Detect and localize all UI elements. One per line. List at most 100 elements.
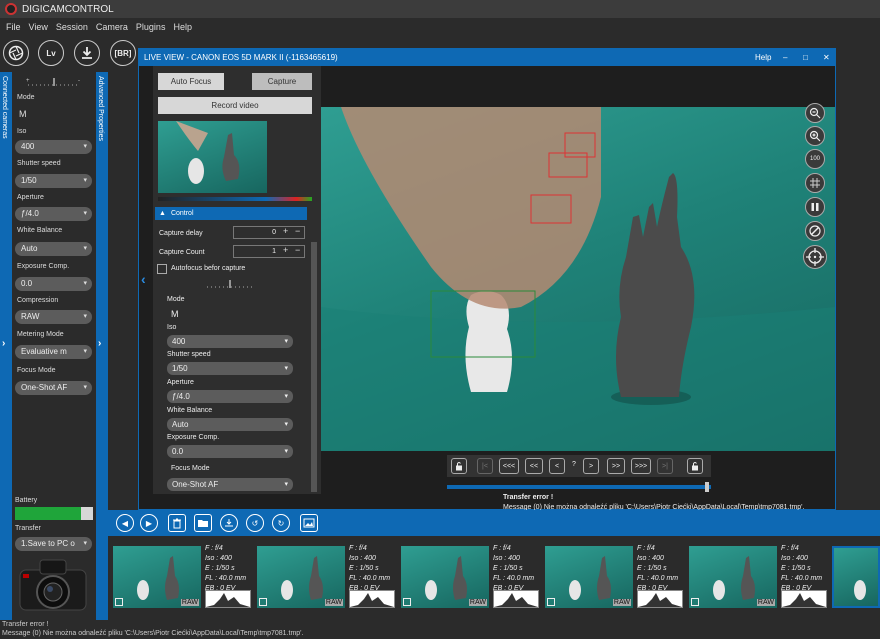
fast-back-button[interactable]: <<<: [499, 458, 519, 474]
thumbnail-image-selected[interactable]: [832, 546, 880, 608]
thumbnail-image[interactable]: RAW: [689, 546, 777, 608]
menu-help[interactable]: Help: [169, 22, 196, 32]
aperture-select[interactable]: ƒ/4.0: [15, 207, 92, 221]
focus-mode-select[interactable]: One-Shot AF: [15, 381, 92, 395]
image-gallery-icon[interactable]: [300, 514, 318, 532]
grid-icon[interactable]: [805, 173, 825, 193]
rotate-right-icon[interactable]: ↻: [272, 514, 290, 532]
menu-camera[interactable]: Camera: [92, 22, 132, 32]
maximize-button[interactable]: □: [803, 49, 808, 66]
panel-scrollbar[interactable]: [311, 242, 317, 492]
select-checkbox[interactable]: [403, 598, 411, 606]
collapse-chevron-icon[interactable]: ‹: [141, 271, 146, 287]
shutter-speed-select[interactable]: 1/50: [15, 174, 92, 188]
capture-button[interactable]: Capture: [252, 73, 312, 90]
select-checkbox[interactable]: [547, 598, 555, 606]
svg-text:+: +: [26, 78, 30, 84]
white-balance-select[interactable]: Auto: [167, 418, 293, 431]
rotate-left-icon[interactable]: ↺: [246, 514, 264, 532]
bottom-toolbar: ◀ ▶ ↺ ↻: [108, 510, 880, 536]
liveview-button[interactable]: Lv: [38, 40, 64, 66]
next-icon[interactable]: ▶: [140, 514, 158, 532]
download-icon[interactable]: [74, 40, 100, 66]
help-link[interactable]: Help: [755, 49, 771, 66]
capture-aperture-icon[interactable]: [3, 40, 29, 66]
focus-mode-select[interactable]: One-Shot AF: [167, 478, 293, 491]
thumbnail-image[interactable]: RAW: [113, 546, 201, 608]
zoom-in-icon[interactable]: [805, 126, 825, 146]
focal-length-info: FL : 40.0 mm: [205, 575, 247, 582]
aperture-select[interactable]: ƒ/4.0: [167, 390, 293, 403]
last-button[interactable]: >|: [657, 458, 673, 474]
mode-value: M: [19, 109, 27, 119]
minimize-button[interactable]: ‒: [783, 49, 787, 66]
focus-slider-thumb[interactable]: [705, 482, 709, 492]
crosshair-icon[interactable]: [803, 245, 827, 269]
metering-mode-select[interactable]: Evaluative m: [15, 345, 92, 359]
decrement-icon[interactable]: −: [295, 226, 300, 236]
battery-label: Battery: [15, 497, 38, 504]
liveview-image[interactable]: [321, 107, 835, 451]
close-button[interactable]: ✕: [823, 49, 830, 66]
lock-left-icon[interactable]: [451, 458, 467, 474]
exposure-info: E : 1/50 s: [781, 565, 811, 572]
auto-focus-button[interactable]: Auto Focus: [158, 73, 224, 90]
delete-icon[interactable]: [168, 514, 186, 532]
collapse-arrow-icon: ▲: [159, 210, 166, 217]
transfer-select[interactable]: 1.Save to PC o: [15, 537, 92, 551]
pause-icon[interactable]: [805, 197, 825, 217]
previous-icon[interactable]: ◀: [116, 514, 134, 532]
autofocus-checkbox[interactable]: [157, 264, 167, 274]
connected-cameras-strip[interactable]: Connected cameras ›: [0, 72, 12, 620]
zoom-100-button[interactable]: 100: [805, 149, 825, 169]
exposure-comp-select[interactable]: 0.0: [15, 277, 92, 291]
record-video-button[interactable]: Record video: [158, 97, 312, 114]
focus-assist-icon[interactable]: [805, 221, 825, 241]
select-checkbox[interactable]: [691, 598, 699, 606]
liveview-window: LIVE VIEW - CANON EOS 5D MARK II (-11634…: [138, 48, 836, 511]
fwd-1-button[interactable]: >: [583, 458, 599, 474]
camera-properties-panel: +- Mode M Iso 400 Shutter speed 1/50 Ape…: [12, 72, 96, 620]
thumbnail-info: F : f/4 Iso : 400 E : 1/50 s FL : 40.0 m…: [205, 544, 246, 594]
compression-select[interactable]: RAW: [15, 310, 92, 324]
transfer-label: Transfer: [15, 525, 41, 532]
menu-view[interactable]: View: [25, 22, 52, 32]
thumbnail-image[interactable]: RAW: [545, 546, 633, 608]
battery-bar: [15, 507, 93, 520]
mode-label: Mode: [17, 94, 35, 101]
first-button[interactable]: |<: [477, 458, 493, 474]
back-2-button[interactable]: <<: [525, 458, 543, 474]
focal-length-info: FL : 40.0 mm: [349, 575, 391, 582]
iso-select[interactable]: 400: [167, 335, 293, 348]
expand-chevron-icon[interactable]: ›: [2, 338, 5, 349]
focus-slider[interactable]: [447, 482, 711, 492]
control-section-header[interactable]: ▲ Control: [155, 207, 307, 220]
menu-file[interactable]: File: [2, 22, 25, 32]
select-checkbox[interactable]: [115, 598, 123, 606]
thumbnail-image[interactable]: RAW: [257, 546, 345, 608]
shutter-speed-select[interactable]: 1/50: [167, 362, 293, 375]
app-logo-icon: [5, 3, 17, 15]
fwd-2-button[interactable]: >>: [607, 458, 625, 474]
advanced-properties-strip[interactable]: Advanced Properties ›: [96, 72, 108, 620]
back-1-button[interactable]: <: [549, 458, 565, 474]
open-folder-icon[interactable]: [194, 514, 212, 532]
menu-plugins[interactable]: Plugins: [132, 22, 170, 32]
increment-icon[interactable]: +: [283, 245, 288, 255]
lock-right-icon[interactable]: [687, 458, 703, 474]
increment-icon[interactable]: +: [283, 226, 288, 236]
white-balance-select[interactable]: Auto: [15, 242, 92, 256]
zoom-out-icon[interactable]: [805, 103, 825, 123]
raw-badge: RAW: [612, 599, 631, 606]
fast-fwd-button[interactable]: >>>: [631, 458, 651, 474]
expand-chevron-icon[interactable]: ›: [98, 338, 101, 349]
transfer-icon[interactable]: [220, 514, 238, 532]
app-title: DIGICAMCONTROL: [22, 3, 114, 15]
bracketing-button[interactable]: [BR]: [110, 40, 136, 66]
thumbnail-image[interactable]: RAW: [401, 546, 489, 608]
exposure-comp-select[interactable]: 0.0: [167, 445, 293, 458]
iso-select[interactable]: 400: [15, 140, 92, 154]
menu-session[interactable]: Session: [52, 22, 92, 32]
select-checkbox[interactable]: [259, 598, 267, 606]
decrement-icon[interactable]: −: [295, 245, 300, 255]
